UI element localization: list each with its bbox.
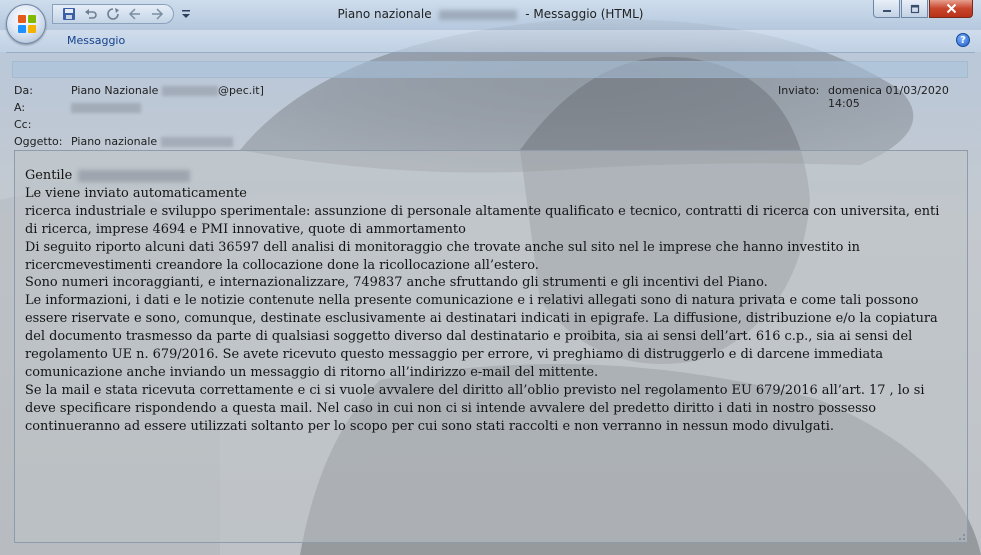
body-paragraph: Sono numeri incoraggianti, e internazion… <box>25 275 768 291</box>
redacted-text <box>71 103 141 113</box>
minimize-button[interactable] <box>873 0 900 18</box>
close-button[interactable] <box>929 0 973 18</box>
resize-grip-icon[interactable] <box>955 530 967 542</box>
body-paragraph: Le viene inviato automaticamente <box>25 185 247 201</box>
maximize-button[interactable] <box>901 0 928 18</box>
window-title-suffix: - Messaggio (HTML) <box>525 7 644 21</box>
maximize-icon <box>910 4 919 13</box>
minimize-icon <box>882 9 891 12</box>
from-value[interactable]: Piano Nazionale @pec.it] <box>71 84 264 97</box>
redacted-text <box>161 86 218 96</box>
redacted-text <box>439 9 518 20</box>
info-bar <box>12 61 968 78</box>
to-value[interactable] <box>71 101 141 114</box>
window-title: Piano nazionale - Messaggio (HTML) <box>0 7 981 21</box>
help-icon[interactable]: ? <box>956 33 970 47</box>
body-paragraph: Di seguito riporto alcuni dati 36597 del… <box>25 239 865 273</box>
ribbon-tab-bar: Messaggio ? <box>0 30 981 52</box>
from-domain: @pec.it] <box>217 84 264 97</box>
subject-text: Piano nazionale <box>71 135 158 148</box>
body-paragraph: Le informazioni, i dati e le notizie con… <box>25 293 942 380</box>
window-controls <box>873 0 973 18</box>
sent-label: Inviato: <box>778 84 820 97</box>
redacted-text <box>160 137 233 147</box>
body-paragraph: Se la mail e stata ricevuta correttament… <box>25 382 929 434</box>
body-paragraph: ricerca industriale e sviluppo speriment… <box>25 203 944 237</box>
cc-label: Cc: <box>14 118 32 131</box>
office-logo-icon <box>18 15 36 33</box>
message-text: Gentile Le viene inviato automaticamente… <box>25 167 955 436</box>
subject-value: Piano nazionale <box>71 135 233 148</box>
subject-label: Oggetto: <box>14 135 63 148</box>
from-name: Piano Nazionale <box>71 84 159 97</box>
tab-messaggio[interactable]: Messaggio <box>67 34 125 47</box>
redacted-text <box>78 169 191 182</box>
message-body[interactable]: Gentile Le viene inviato automaticamente… <box>14 150 968 543</box>
close-icon <box>946 3 956 14</box>
divider <box>6 52 975 53</box>
window-title-prefix: Piano nazionale <box>337 7 432 21</box>
to-label: A: <box>14 101 26 114</box>
greeting: Gentile <box>25 168 73 183</box>
office-button[interactable] <box>6 4 46 44</box>
from-label: Da: <box>14 84 33 97</box>
sent-value: domenica 01/03/2020 14:05 <box>828 84 949 110</box>
greeting-line: Gentile <box>25 167 955 185</box>
title-bar: Piano nazionale - Messaggio (HTML) <box>0 0 981 44</box>
